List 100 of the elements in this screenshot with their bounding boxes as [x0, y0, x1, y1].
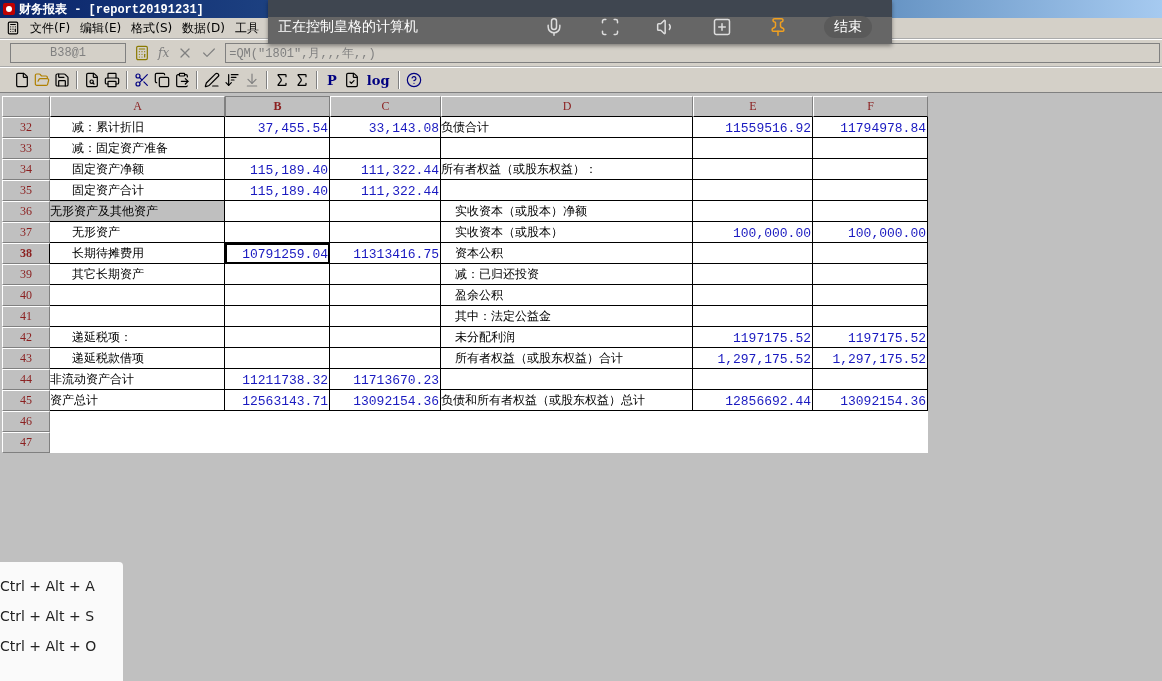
copy-icon[interactable] [154, 72, 170, 88]
table-cell: 递延税款借项 [50, 348, 225, 369]
new-file-icon[interactable] [14, 72, 30, 88]
row-header[interactable]: 46 [2, 411, 50, 432]
table-cell: 11713670.23 [330, 369, 441, 390]
column-header[interactable]: B [225, 96, 330, 117]
end-button[interactable]: 结束 [824, 16, 872, 38]
table-cell: 100,000.00 [693, 222, 813, 243]
shortcut-item[interactable]: Ctrl + Alt + O [0, 638, 123, 654]
table-cell: 负债和所有者权益（或股东权益）总计 [441, 390, 693, 411]
table-cell: 13092154.36 [813, 390, 928, 411]
table-cell: 实收资本（或股本）净额 [441, 201, 693, 222]
sum-icon[interactable] [274, 72, 290, 88]
table-cell: 递延税项： [50, 327, 225, 348]
table-cell: 1,297,175.52 [813, 348, 928, 369]
table-cell: 无形资产及其他资产 [50, 201, 225, 222]
row-header[interactable]: 45 [2, 390, 50, 411]
cut-icon[interactable] [134, 72, 150, 88]
table-cell: 37,455.54 [225, 117, 330, 138]
row-header[interactable]: 33 [2, 138, 50, 159]
table-cell: 115,189.40 [225, 180, 330, 201]
table-cell: 减：固定资产准备 [50, 138, 225, 159]
table-cell: 其中：法定公益金 [441, 306, 693, 327]
column-header[interactable]: D [441, 96, 693, 117]
calculator-icon[interactable] [134, 45, 150, 61]
toolbar-button[interactable]: P [324, 72, 340, 88]
row-header[interactable]: 47 [2, 432, 50, 453]
toolbar-button[interactable]: log [363, 72, 393, 88]
table-cell: 111,322.44 [330, 159, 441, 180]
table-cell: 其它长期资产 [50, 264, 225, 285]
table-cell: 11559516.92 [693, 117, 813, 138]
table-cell: 1197175.52 [693, 327, 813, 348]
table-cell: 资本公积 [441, 243, 693, 264]
table-cell: 13092154.36 [330, 390, 441, 411]
table-cell: 115,189.40 [225, 159, 330, 180]
sort-icon[interactable] [224, 72, 240, 88]
fullscreen-icon[interactable] [600, 17, 620, 37]
column-header[interactable]: F [813, 96, 928, 117]
menu-item[interactable]: 数据(D) [182, 19, 225, 37]
pen-icon[interactable] [204, 72, 220, 88]
table-cell: 11211738.32 [225, 369, 330, 390]
function-label[interactable]: fx [158, 46, 170, 60]
selected-cell[interactable]: 10791259.04 [225, 243, 330, 264]
column-header[interactable]: C [330, 96, 441, 117]
table-cell: 33,143.08 [330, 117, 441, 138]
table-cell: 固定资产合计 [50, 180, 225, 201]
table-cell: 1197175.52 [813, 327, 928, 348]
table-cell: 减：累计折旧 [50, 117, 225, 138]
table-cell: 未分配利润 [441, 327, 693, 348]
save-icon[interactable] [54, 72, 70, 88]
table-cell: 减：已归还投资 [441, 264, 693, 285]
row-header[interactable]: 40 [2, 285, 50, 306]
table-cell: 资产总计 [50, 390, 225, 411]
table-cell: 负债合计 [441, 117, 693, 138]
menu-item[interactable]: 格式(S) [131, 19, 173, 37]
microphone-icon[interactable] [544, 17, 564, 37]
table-cell: 1,297,175.52 [693, 348, 813, 369]
shortcut-item[interactable]: Ctrl + Alt + A [0, 578, 123, 594]
window-title: 财务报表 - [report20191231] [19, 1, 204, 18]
menu-item[interactable]: 工具 [234, 19, 259, 37]
column-header[interactable]: A [50, 96, 225, 117]
row-header[interactable]: 43 [2, 348, 50, 369]
row-header[interactable]: 37 [2, 222, 50, 243]
table-cell: 100,000.00 [813, 222, 928, 243]
table-cell: 12856692.44 [693, 390, 813, 411]
printer-icon[interactable] [104, 72, 120, 88]
row-header[interactable]: 36 [2, 201, 50, 222]
app-icon [2, 2, 16, 16]
shortcut-item[interactable]: Ctrl + Alt + S [0, 608, 123, 624]
table-cell: 12563143.71 [225, 390, 330, 411]
pin-icon[interactable] [768, 17, 788, 37]
column-header[interactable]: E [693, 96, 813, 117]
row-header[interactable]: 35 [2, 180, 50, 201]
cell-reference-field[interactable]: B38@1 [10, 43, 126, 63]
table-cell: 非流动资产合计 [50, 369, 225, 390]
row-header[interactable]: 42 [2, 327, 50, 348]
row-header[interactable]: 34 [2, 159, 50, 180]
table-cell: 所有者权益（或股东权益）： [441, 159, 693, 180]
row-header[interactable]: 38 [2, 243, 50, 264]
row-header[interactable]: 41 [2, 306, 50, 327]
table-cell: 所有者权益（或股东权益）合计 [441, 348, 693, 369]
help-icon[interactable] [406, 72, 423, 88]
row-header[interactable]: 39 [2, 264, 50, 285]
row-header[interactable]: 32 [2, 117, 50, 138]
table-cell: 盈余公积 [441, 285, 693, 306]
table-cell: 11313416.75 [330, 243, 441, 264]
table-cell: 11794978.84 [813, 117, 928, 138]
table-cell: 111,322.44 [330, 180, 441, 201]
remote-control-title: 正在控制皇格的计算机 [278, 18, 418, 36]
menu-item[interactable]: 编辑(E) [80, 19, 122, 37]
menu-item[interactable]: 文件(F) [30, 19, 71, 37]
paste-icon[interactable] [174, 72, 190, 88]
table-cell: 固定资产净额 [50, 159, 225, 180]
sum-down-icon[interactable] [294, 72, 310, 88]
table-cell: 实收资本（或股本） [441, 222, 693, 243]
row-header[interactable]: 44 [2, 369, 50, 390]
table-cell: 无形资产 [50, 222, 225, 243]
window-icon[interactable] [712, 17, 732, 37]
print-preview-icon[interactable] [84, 72, 100, 88]
table-cell: 长期待摊费用 [50, 243, 225, 264]
